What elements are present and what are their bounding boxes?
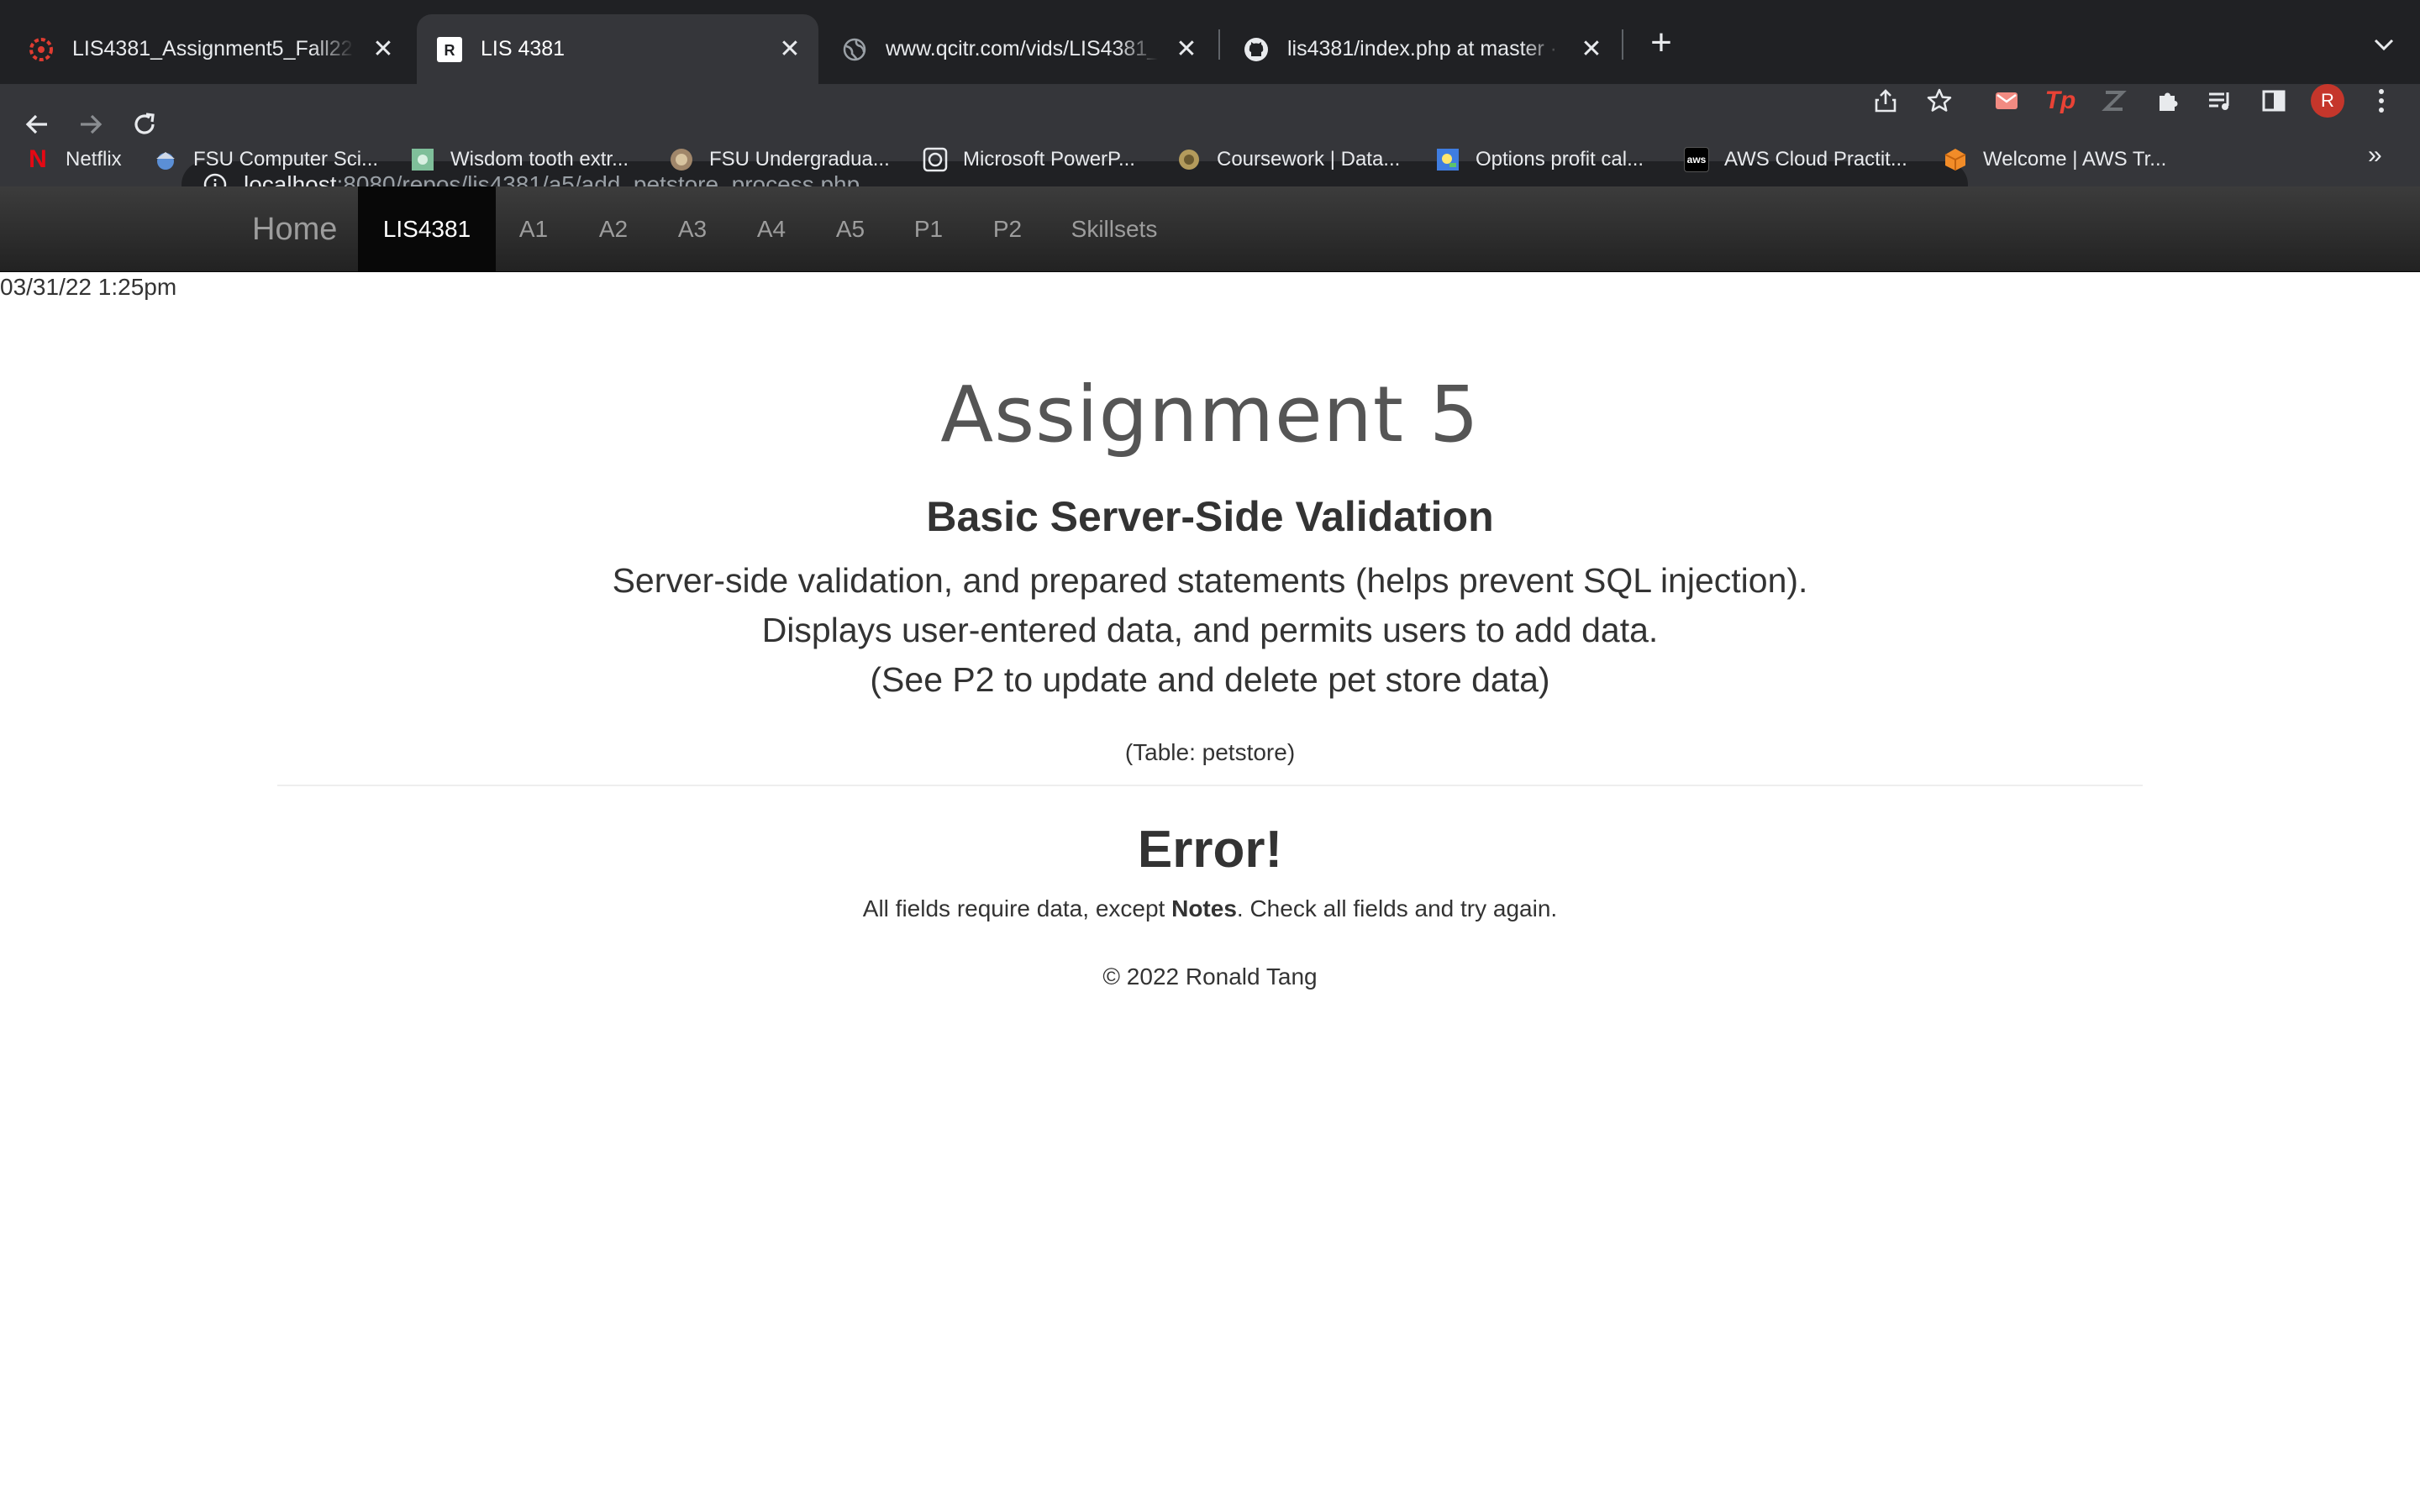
tab-title: LIS4381_Assignment5_Fall22.pdf [72,37,355,60]
bookmark-fsu-undergrad[interactable]: FSU Undergradua... [669,143,890,176]
tab-assignment-pdf[interactable]: LIS4381_Assignment5_Fall22.pdf ✕ [8,14,412,84]
error-text: All fields require data, except [862,895,1172,921]
share-icon[interactable] [1867,82,1904,119]
nav-item-p1[interactable]: P1 [891,186,966,272]
nav-item-lis4381[interactable]: LIS4381 [358,186,496,272]
close-icon[interactable]: ✕ [773,33,807,66]
tooth-icon [410,147,435,172]
bookmark-aws-cloud[interactable]: aws AWS Cloud Practit... [1684,143,1907,176]
lead-line: Displays user-entered data, and permits … [761,611,1659,649]
aws-training-icon [1943,147,1968,172]
close-icon[interactable]: ✕ [1575,33,1608,66]
bookmark-label: Coursework | Data... [1217,148,1401,171]
fsu-seal-icon [669,147,694,172]
bookmark-aws-training[interactable]: Welcome | AWS Tr... [1943,143,2166,176]
error-text: . Check all fields and try again. [1236,895,1558,921]
bookmark-label: Netflix [66,148,122,171]
tab-search-chevron-icon[interactable] [2363,24,2405,66]
bookmark-label: AWS Cloud Practit... [1724,148,1907,171]
nav-item-a1[interactable]: A1 [496,186,571,272]
tab-separator [1622,29,1623,60]
page-date: 03/31/22 1:25pm [0,274,177,300]
nav-item-a5[interactable]: A5 [812,186,889,272]
site-navbar: Home LIS4381 A1 A2 A3 A4 A5 P1 P2 Skills… [0,186,2420,272]
error-heading: Error! [1137,821,1283,879]
canvas-icon [27,35,55,64]
bookmark-label: Welcome | AWS Tr... [1983,148,2167,171]
footer-copyright: © 2022 Ronald Tang [1102,963,1318,990]
tab-separator [1218,29,1220,60]
nav-item-a4[interactable]: A4 [733,186,810,272]
back-arrow-icon[interactable] [13,101,60,148]
extension-z-icon[interactable] [2096,82,2133,119]
table-note: (Table: petstore) [1124,739,1296,765]
bookmark-label: Microsoft PowerP... [963,148,1135,171]
browser-tab-strip: LIS4381_Assignment5_Fall22.pdf ✕ R LIS 4… [0,0,2420,84]
svg-text:R: R [445,42,455,59]
extensions-puzzle-icon[interactable] [2149,82,2186,119]
more-menu-icon[interactable] [2363,82,2400,119]
extension-tp-icon[interactable]: Tp [2042,82,2079,119]
netflix-icon: N [29,145,47,173]
bookmarks-overflow-button[interactable]: » [2368,141,2382,170]
nav-item-a3[interactable]: A3 [654,186,731,272]
new-tab-button[interactable]: + [1640,22,1682,64]
aws-icon: aws [1684,147,1709,172]
powerpoint-icon [923,147,948,172]
error-message: All fields require data, except Notes. C… [0,895,2420,922]
divider [277,785,2143,786]
tab-qcitr-video[interactable]: www.qcitr.com/vids/LIS4381_A5 ✕ [822,14,1215,84]
nav-item-p2[interactable]: P2 [968,186,1047,272]
github-icon [1242,35,1270,64]
globe-icon [840,35,869,64]
bookmark-label: FSU Computer Sci... [193,148,379,171]
media-queue-icon[interactable] [2202,82,2238,119]
bookmark-label: Options profit cal... [1476,148,1644,171]
forward-arrow-icon[interactable] [67,101,114,148]
reload-icon[interactable] [121,101,168,148]
nav-brand-home[interactable]: Home [252,186,337,272]
profile-initial: R [2321,90,2334,111]
tab-title: www.qcitr.com/vids/LIS4381_A5 [886,37,1158,60]
bookmark-wisdom-tooth[interactable]: Wisdom tooth extr... [410,143,629,176]
page-title: Assignment 5 [940,370,1480,459]
site-r-icon: R [435,35,464,64]
bookmark-powerpoint[interactable]: Microsoft PowerP... [923,143,1135,176]
bookmark-label: FSU Undergradua... [709,148,890,171]
close-icon[interactable]: ✕ [1170,33,1203,66]
tab-lis4381[interactable]: R LIS 4381 ✕ [417,14,818,84]
close-icon[interactable]: ✕ [366,33,400,66]
side-panel-icon[interactable] [2255,82,2292,119]
bookmark-options-calc[interactable]: Options profit cal... [1435,143,1644,176]
bookmark-netflix[interactable]: N Netflix [25,143,122,176]
lead-line: Server-side validation, and prepared sta… [612,561,1808,600]
bookmark-label: Wisdom tooth extr... [450,148,629,171]
options-calc-icon [1435,147,1460,172]
coursework-icon [1176,147,1202,172]
extension-mail-icon[interactable] [1988,82,2025,119]
bookmark-coursework[interactable]: Coursework | Data... [1176,143,1400,176]
tab-github[interactable]: lis4381/index.php at master · r ✕ [1223,14,1620,84]
nav-item-a2[interactable]: A2 [575,186,652,272]
profile-avatar[interactable]: R [2309,82,2346,119]
tab-title: LIS 4381 [481,37,566,60]
error-field-name: Notes [1171,895,1237,921]
bookmark-star-icon[interactable] [1921,82,1958,119]
fsu-cs-icon [153,147,178,172]
lead-line: (See P2 to update and delete pet store d… [870,660,1550,699]
nav-item-skillsets[interactable]: Skillsets [1049,186,1180,272]
page-subtitle: Basic Server-Side Validation [926,493,1494,540]
tab-title: lis4381/index.php at master · r [1287,37,1563,60]
bookmark-fsu-cs[interactable]: FSU Computer Sci... [153,143,378,176]
